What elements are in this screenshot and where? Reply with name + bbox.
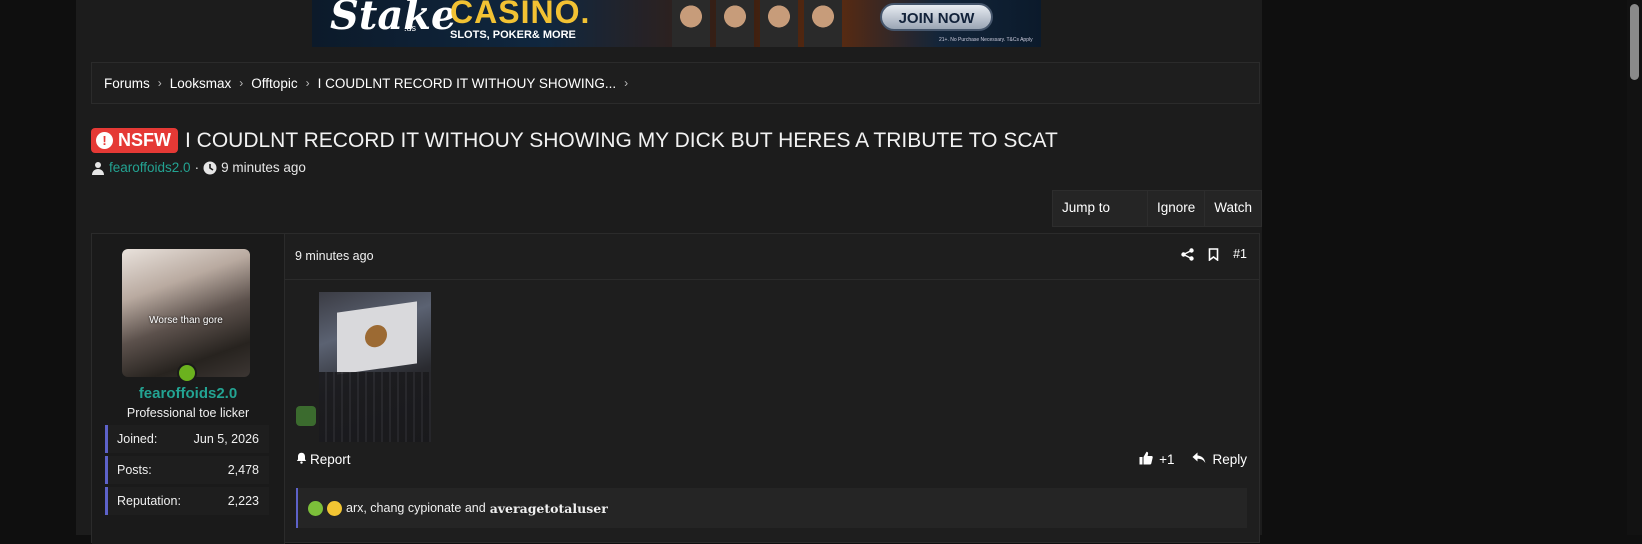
reactions-bar[interactable]: arx, chang cypionate and averagetotaluse… <box>296 488 1247 528</box>
report-label: Report <box>310 451 351 467</box>
breadcrumb-forums[interactable]: Forums › <box>104 76 162 91</box>
reply-label: Reply <box>1212 451 1247 467</box>
post-actions: +1 Reply <box>1139 451 1247 468</box>
nerd-emoji-icon <box>327 500 342 516</box>
post-attachment-image[interactable] <box>319 292 431 442</box>
post-time[interactable]: 9 minutes ago <box>295 249 374 263</box>
jump-to-new-button[interactable]: Jump to new <box>1053 191 1148 248</box>
post-content: 9 minutes ago #1 Report +1 Reply arx, ch… <box>284 234 1259 544</box>
chevron-right-icon: › <box>239 76 244 90</box>
stat-value: 2,223 <box>227 494 259 508</box>
ad-brand-logo: Stake <box>330 0 457 39</box>
ad-banner[interactable]: Stake .us CASINO. SLOTS, POKER& MORE JOI… <box>312 0 1041 47</box>
reaction-emoji-image <box>296 406 316 426</box>
breadcrumb-label: I COUDLNT RECORD IT WITHOUY SHOWING... <box>317 75 617 91</box>
stat-label: Joined: <box>117 432 158 446</box>
thumbs-up-icon <box>1139 451 1153 468</box>
reactions-user-bold[interactable]: averagetotaluser <box>490 501 608 516</box>
reactions-users: arx, chang cypionate and <box>346 501 486 515</box>
thread-action-group: Jump to new Ignore Watch <box>1052 190 1262 248</box>
page-title: I COUDLNT RECORD IT WITHOUY SHOWING MY D… <box>185 128 1058 152</box>
stat-value[interactable]: 2,478 <box>228 463 259 477</box>
chevron-right-icon: › <box>157 76 162 90</box>
thread-author-link[interactable]: fearoffoids2.0 <box>109 160 191 175</box>
user-icon <box>91 161 105 175</box>
breadcrumb-label: Forums <box>104 75 150 91</box>
ad-people-image <box>672 0 842 47</box>
post-username[interactable]: fearoffoids2.0 <box>92 385 284 402</box>
sick-emoji-icon <box>308 500 323 516</box>
breadcrumb-current-thread[interactable]: I COUDLNT RECORD IT WITHOUY SHOWING... › <box>318 76 629 91</box>
user-title: Professional toe licker <box>126 406 250 420</box>
reply-icon <box>1192 452 1206 467</box>
stat-value: Jun 5, 2026 <box>193 432 259 446</box>
meta-separator: · <box>194 160 200 175</box>
user-stat-reputation: Reputation: 2,223 <box>105 487 269 515</box>
report-button[interactable]: Report <box>296 452 351 467</box>
watch-button[interactable]: Watch <box>1205 191 1261 226</box>
ad-fine-print: 21+. No Purchase Necessary. T&Cs Apply <box>939 37 1033 43</box>
ignore-button[interactable]: Ignore <box>1148 191 1206 226</box>
ad-join-button[interactable]: JOIN NOW <box>880 3 993 31</box>
like-button[interactable]: +1 <box>1139 451 1174 468</box>
user-stat-posts: Posts: 2,478 <box>105 456 269 484</box>
thread-time[interactable]: 9 minutes ago <box>221 160 306 175</box>
post-tools: #1 <box>1181 247 1247 261</box>
breadcrumb-label: Looksmax <box>169 75 232 91</box>
chevron-right-icon: › <box>624 76 629 90</box>
breadcrumb-offtopic[interactable]: Offtopic › <box>251 76 309 91</box>
clock-icon <box>203 161 217 175</box>
page-scrollbar[interactable] <box>1627 0 1642 535</box>
ad-tagline: SLOTS, POKER& MORE <box>450 29 576 41</box>
forum-page: Stake .us CASINO. SLOTS, POKER& MORE JOI… <box>76 0 1262 544</box>
breadcrumb: Forums › Looksmax › Offtopic › I COUDLNT RE… <box>91 62 1260 104</box>
user-stat-joined: Joined: Jun 5, 2026 <box>105 425 269 453</box>
nsfw-prefix-badge[interactable]: ! NSFW <box>91 128 178 153</box>
thread-meta: fearoffoids2.0 · 9 minutes ago <box>91 160 306 175</box>
prefix-label: NSFW <box>118 130 171 150</box>
breadcrumb-looksmax[interactable]: Looksmax › <box>170 76 244 91</box>
reply-button[interactable]: Reply <box>1192 452 1247 467</box>
bookmark-icon[interactable] <box>1208 247 1219 261</box>
post-number-link[interactable]: #1 <box>1233 247 1247 261</box>
online-status-indicator <box>177 363 197 383</box>
chevron-right-icon: › <box>305 76 310 90</box>
thread-title-row: ! NSFW I COUDLNT RECORD IT WITHOUY SHOWI… <box>91 128 1058 153</box>
breadcrumb-label: Offtopic <box>251 75 298 91</box>
stat-label: Reputation: <box>117 494 181 508</box>
exclamation-icon: ! <box>96 132 113 149</box>
avatar[interactable]: Worse than gore <box>122 249 250 377</box>
ad-brand-suffix: .us <box>404 23 417 33</box>
post: Worse than gore fearoffoids2.0 Professio… <box>91 233 1260 544</box>
ad-headline: CASINO. <box>450 0 591 30</box>
post-header: 9 minutes ago #1 <box>284 234 1259 280</box>
share-icon[interactable] <box>1181 247 1194 261</box>
post-footer: Report +1 Reply <box>284 439 1259 479</box>
react-count: +1 <box>1159 451 1175 467</box>
bell-icon <box>296 452 307 467</box>
scrollbar-thumb[interactable] <box>1630 4 1639 80</box>
avatar-caption: Worse than gore <box>149 315 223 326</box>
post-user-info: Worse than gore fearoffoids2.0 Professio… <box>92 234 285 544</box>
stat-label: Posts: <box>117 463 152 477</box>
